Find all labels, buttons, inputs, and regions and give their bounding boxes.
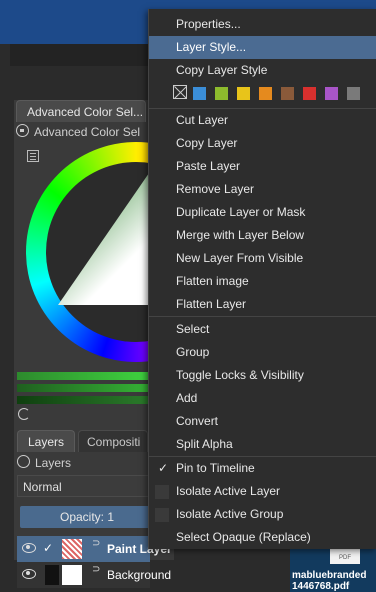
menu-item-pin-to-timeline[interactable]: Pin to Timeline	[149, 457, 376, 480]
menu-item-cut-layer[interactable]: Cut Layer	[149, 109, 376, 132]
purple-swatch[interactable]	[325, 87, 338, 100]
menu-item-duplicate-layer[interactable]: Duplicate Layer or Mask	[149, 201, 376, 224]
menu-item-select[interactable]: Select	[149, 318, 376, 341]
desktop-file-name[interactable]: mabluebranded 1446768.pdf	[292, 570, 376, 592]
layer-name: Background	[107, 568, 172, 582]
file-name-line-2: 1446768.pdf	[292, 581, 350, 592]
red-swatch[interactable]	[303, 87, 316, 100]
blue-swatch[interactable]	[193, 87, 206, 100]
window-titlebar	[10, 44, 148, 66]
no-color-swatch[interactable]	[173, 85, 187, 99]
color-selector-title: Advanced Color Sel	[34, 125, 141, 139]
color-selector-header: Advanced Color Sel	[16, 124, 156, 140]
tab-advanced-color-selector[interactable]: Advanced Color Sel...	[16, 100, 146, 122]
menu-item-select-opaque[interactable]: Select Opaque (Replace)	[149, 526, 376, 549]
menu-item-remove-layer[interactable]: Remove Layer	[149, 178, 376, 201]
lock-icon[interactable]	[17, 455, 30, 468]
color-label-swatch	[45, 565, 59, 585]
menu-item-copy-layer[interactable]: Copy Layer	[149, 132, 376, 155]
menu-item-add[interactable]: Add	[149, 387, 376, 410]
lock-icon[interactable]	[16, 124, 29, 137]
menu-item-flatten-layer[interactable]: Flatten Layer	[149, 293, 376, 316]
color-slider-1[interactable]	[17, 372, 149, 380]
paint-layer-icon: ⊃	[92, 564, 101, 575]
layer-context-menu: Properties... Layer Style... Copy Layer …	[148, 9, 376, 549]
menu-item-group[interactable]: Group	[149, 341, 376, 364]
color-slider-3[interactable]	[17, 396, 149, 404]
gray-swatch[interactable]	[347, 87, 360, 100]
tab-layers[interactable]: Layers	[17, 430, 75, 452]
menu-item-split-alpha[interactable]: Split Alpha	[149, 433, 376, 456]
menu-item-layer-style[interactable]: Layer Style...	[149, 36, 376, 59]
color-slider-2[interactable]	[17, 384, 149, 392]
eye-icon[interactable]	[22, 543, 36, 553]
menu-item-isolate-active-group[interactable]: Isolate Active Group	[149, 503, 376, 526]
file-name-line-1: mabluebranded	[292, 570, 367, 581]
orange-swatch[interactable]	[259, 87, 272, 100]
layer-row-paint[interactable]: ✓ ⊃ Paint Layer	[17, 536, 172, 562]
list-settings-icon[interactable]	[27, 150, 39, 162]
paint-layer-icon: ⊃	[92, 538, 101, 549]
refresh-icon[interactable]	[18, 408, 30, 420]
layer-row-background[interactable]: ⊃ Background	[17, 562, 171, 588]
menu-item-properties[interactable]: Properties...	[149, 13, 376, 36]
menu-item-convert[interactable]: Convert	[149, 410, 376, 433]
menu-item-new-layer-from-visible[interactable]: New Layer From Visible	[149, 247, 376, 270]
menu-item-toggle-locks[interactable]: Toggle Locks & Visibility	[149, 364, 376, 387]
tab-compositions[interactable]: Compositi	[78, 430, 148, 452]
yellow-swatch[interactable]	[237, 87, 250, 100]
menu-item-flatten-image[interactable]: Flatten image	[149, 270, 376, 293]
menu-separator	[149, 316, 376, 317]
green-swatch[interactable]	[215, 87, 228, 100]
menu-item-paste-layer[interactable]: Paste Layer	[149, 155, 376, 178]
layer-thumbnail	[62, 539, 82, 559]
brown-swatch[interactable]	[281, 87, 294, 100]
eye-icon[interactable]	[22, 569, 36, 579]
layers-header: Layers	[17, 455, 71, 470]
menu-item-copy-layer-style[interactable]: Copy Layer Style	[149, 59, 376, 82]
menu-item-merge-below[interactable]: Merge with Layer Below	[149, 224, 376, 247]
check-icon[interactable]: ✓	[43, 541, 53, 555]
layers-title: Layers	[35, 456, 72, 470]
opacity-slider[interactable]: Opacity: 1	[20, 506, 154, 528]
blend-mode-select[interactable]: Normal	[17, 475, 157, 497]
menu-item-isolate-active-layer[interactable]: Isolate Active Layer	[149, 480, 376, 503]
layer-thumbnail	[62, 565, 82, 585]
